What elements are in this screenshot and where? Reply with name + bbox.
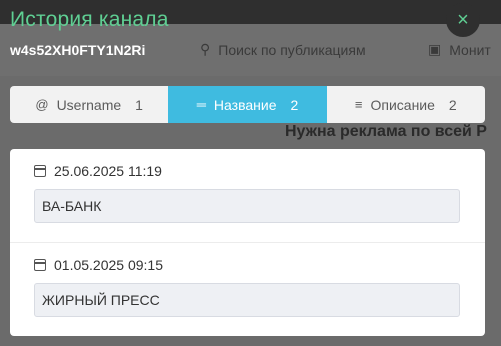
description-icon: ≡ (354, 97, 363, 112)
tab-count: 2 (448, 96, 457, 113)
calendar-icon (34, 259, 46, 271)
entry-date: 25.06.2025 11:19 (54, 163, 162, 179)
tab-username[interactable]: @ Username 1 (10, 86, 168, 123)
history-tabs: @ Username 1 ═ Название 2 ≡ Описание 2 (10, 86, 485, 123)
list-item: 25.06.2025 11:19 ВА-БАНК (10, 149, 485, 242)
close-icon: × (457, 8, 469, 31)
entry-date: 01.05.2025 09:15 (54, 257, 163, 273)
channel-history-modal: История канала w4s52XH0FTY1N2Ri × @ User… (0, 0, 501, 346)
tab-label: Название (213, 96, 277, 113)
tab-count: 1 (135, 96, 143, 113)
tab-count: 2 (290, 96, 299, 113)
channel-id: w4s52XH0FTY1N2Ri (10, 42, 146, 58)
at-icon: @ (35, 97, 49, 112)
close-button[interactable]: × (446, 3, 480, 37)
tab-label: Описание (370, 96, 435, 113)
tab-label: Username (56, 96, 122, 113)
title-icon: ═ (196, 97, 206, 112)
entry-date-row: 01.05.2025 09:15 (34, 257, 461, 273)
modal-title: История канала (10, 8, 169, 31)
entry-value: ЖИРНЫЙ ПРЕСС (34, 283, 460, 317)
history-list: 25.06.2025 11:19 ВА-БАНК 01.05.2025 09:1… (10, 149, 485, 336)
entry-date-row: 25.06.2025 11:19 (34, 163, 461, 179)
tab-description[interactable]: ≡ Описание 2 (327, 86, 485, 123)
list-item: 01.05.2025 09:15 ЖИРНЫЙ ПРЕСС (10, 242, 485, 335)
entry-value: ВА-БАНК (34, 189, 460, 223)
calendar-icon (34, 165, 46, 177)
tab-title[interactable]: ═ Название 2 (168, 86, 327, 123)
